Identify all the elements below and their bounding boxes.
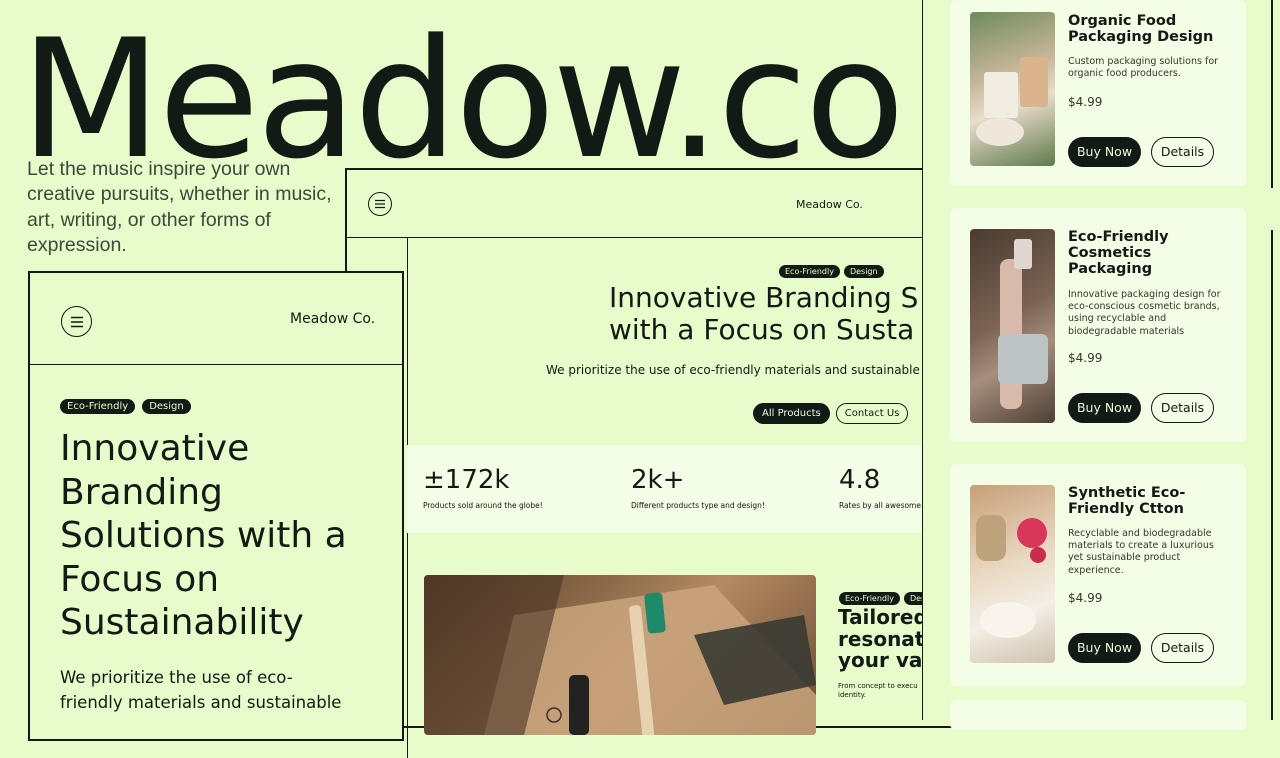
stat-value: ±172k: [423, 465, 510, 495]
mockup-brand[interactable]: Meadow Co.: [796, 198, 863, 211]
product-title[interactable]: Organic Food Packaging Design: [1068, 13, 1238, 45]
mobile-topbar: Meadow Co.: [30, 273, 402, 365]
stat-rating: 4.8 Rates by all awesome: [839, 465, 921, 510]
mobile-mockup: Meadow Co. Eco-Friendly Design Innovative…: [28, 271, 404, 741]
feature-photo: [424, 575, 816, 735]
product-title[interactable]: Synthetic Eco-Friendly Ctton: [1068, 485, 1238, 517]
mobile-chips: Eco-Friendly Design: [60, 394, 198, 414]
edge-divider: [1271, 230, 1273, 720]
edge-divider: [1271, 0, 1273, 188]
contact-us-button[interactable]: Contact Us: [835, 403, 909, 424]
stat-value: 2k+: [631, 465, 685, 495]
mockup-chips: Eco-Friendly Design: [779, 259, 888, 278]
buy-now-button[interactable]: Buy Now: [1068, 633, 1141, 663]
product-price: $4.99: [1068, 351, 1103, 365]
product-description: Innovative packaging design for eco-cons…: [1068, 289, 1221, 337]
mockup-ctas: All Products Contact Us: [753, 401, 914, 424]
chip-design[interactable]: Design: [843, 265, 884, 278]
product-description: Custom packaging solutions for organic f…: [1068, 56, 1219, 80]
product-description: Recyclable and biodegradable materials t…: [1068, 528, 1214, 576]
details-button[interactable]: Details: [1151, 633, 1214, 663]
product-price: $4.99: [1068, 591, 1103, 605]
mobile-headline: Innovative Branding Solutions with a Foc…: [60, 428, 347, 643]
chip-eco-friendly[interactable]: Eco-Friendly: [779, 265, 840, 278]
stat-label: Different products type and design!: [631, 501, 765, 510]
tagline: Let the music inspire your own creative …: [27, 158, 332, 257]
menu-icon[interactable]: [61, 306, 92, 337]
stat-value: 4.8: [839, 465, 881, 495]
chip-eco-friendly[interactable]: Eco-Friendly: [60, 399, 136, 414]
mobile-body: We prioritize the use of eco-friendly ma…: [60, 668, 342, 712]
product-card-partial: [950, 700, 1246, 730]
buy-now-button[interactable]: Buy Now: [1068, 393, 1141, 423]
mobile-brand[interactable]: Meadow Co.: [290, 311, 375, 327]
mockup-topbar: Meadow Co.: [347, 170, 963, 238]
chip-eco-friendly[interactable]: Eco-Friendly: [839, 592, 900, 605]
mockup-subtitle: We prioritize the use of eco-friendly ma…: [546, 363, 932, 377]
product-price: $4.99: [1068, 95, 1103, 109]
product-thumbnail: [970, 229, 1055, 423]
details-button[interactable]: Details: [1151, 393, 1214, 423]
all-products-button[interactable]: All Products: [753, 403, 830, 424]
details-button[interactable]: Details: [1151, 137, 1214, 167]
stat-label: Products sold around the globe!: [423, 501, 543, 510]
desktop-mockup: Meadow Co. Eco-Friendly Design Innovative…: [345, 168, 967, 758]
stat-product-types: 2k+ Different products type and design!: [631, 465, 765, 510]
stat-products-sold: ±172k Products sold around the globe!: [423, 465, 543, 510]
menu-icon[interactable]: [368, 192, 392, 216]
product-thumbnail: [970, 485, 1055, 663]
product-card[interactable]: Organic Food Packaging Design Custom pac…: [950, 0, 1246, 186]
product-card[interactable]: Synthetic Eco-Friendly Ctton Recyclable …: [950, 464, 1246, 686]
stat-label: Rates by all awesome: [839, 501, 921, 510]
stats-band: ±172k Products sold around the globe! 2k…: [407, 445, 967, 533]
product-thumbnail: [970, 12, 1055, 166]
product-list: Organic Food Packaging Design Custom pac…: [922, 0, 1272, 730]
product-title[interactable]: Eco-Friendly Cosmetics Packaging: [1068, 229, 1238, 277]
chip-design[interactable]: Design: [142, 399, 191, 414]
buy-now-button[interactable]: Buy Now: [1068, 137, 1141, 167]
product-card[interactable]: Eco-Friendly Cosmetics Packaging Innovat…: [950, 208, 1246, 442]
